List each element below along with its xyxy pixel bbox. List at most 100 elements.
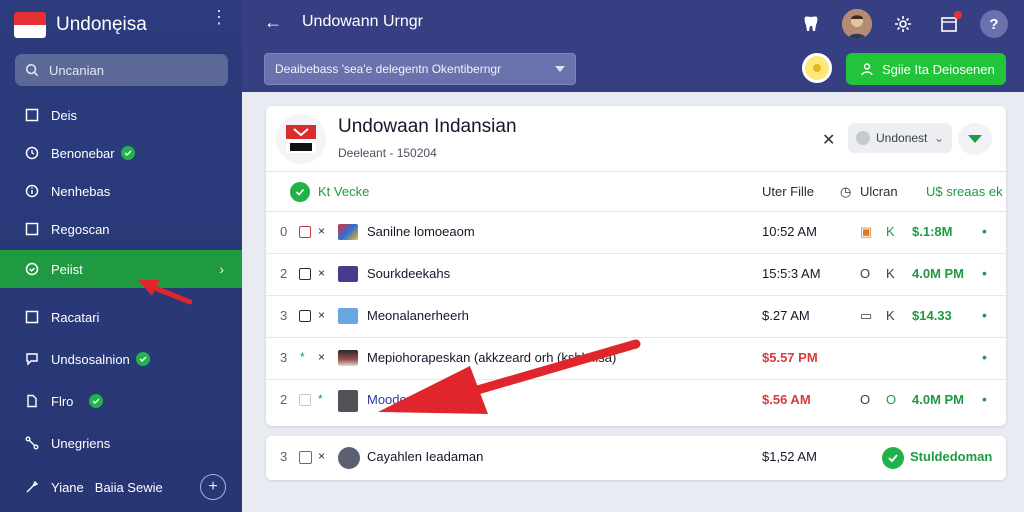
collapse-icon[interactable]: ✕	[822, 130, 835, 150]
primary-action-button[interactable]: Sgiie Ita Deiosenen	[846, 53, 1006, 85]
status-dot: •	[982, 307, 987, 323]
row-number: 3	[280, 350, 288, 365]
header-label: Kt Vecke	[318, 184, 370, 199]
sidebar-item-deis[interactable]: Deis	[0, 96, 242, 134]
row-time: $5.57 PM	[762, 350, 818, 365]
topbar-actions: ?	[796, 8, 1008, 40]
info-icon	[24, 183, 40, 199]
row-thumbnail	[338, 390, 358, 412]
column-header-status[interactable]: Ulcran	[860, 184, 898, 199]
table-row[interactable]: 3 × Meonalanerheerh $.27 AM ▭ K $14.33 •	[266, 296, 1006, 338]
close-icon[interactable]: ×	[318, 224, 325, 238]
calendar-icon[interactable]	[934, 9, 964, 39]
row-amount: 4.0M PM	[912, 392, 965, 407]
square-icon	[24, 221, 40, 237]
chevron-down-icon: ⌄	[933, 131, 944, 145]
close-icon[interactable]: ×	[318, 308, 325, 322]
row-number: 2	[280, 266, 288, 281]
star-icon[interactable]: *	[318, 392, 323, 406]
row-name: Sanilne lomoeaom	[367, 224, 475, 239]
check-circle-icon	[882, 447, 904, 469]
help-icon[interactable]: ?	[980, 10, 1008, 38]
check-badge-icon	[120, 146, 135, 160]
row-amount: $.1:8M	[912, 224, 953, 239]
add-button[interactable]: +	[200, 474, 226, 500]
table-row[interactable]: 2 * Moodomena $.56 AM O O 4.0M PM •	[266, 380, 1006, 422]
row-checkbox[interactable]	[299, 226, 311, 238]
square-icon	[24, 309, 40, 325]
lock-icon[interactable]: ▣	[860, 224, 872, 240]
back-arrow-icon[interactable]: ←	[264, 12, 282, 33]
row-checkbox[interactable]	[299, 268, 311, 280]
row-time: 10:52 AM	[762, 224, 817, 239]
table-row[interactable]: 2 × Sourkdeekahs 15:5:3 AM O K 4.0M PM •	[266, 254, 1006, 296]
sun-icon[interactable]	[802, 53, 832, 83]
row-action[interactable]: K	[886, 224, 895, 239]
brand[interactable]: Undonęisa	[14, 10, 234, 40]
row-thumbnail	[338, 266, 358, 282]
calendar-icon[interactable]: ▭	[860, 308, 872, 324]
check-circle-icon[interactable]	[290, 182, 310, 202]
sidebar-item-label: Benonebar	[51, 145, 115, 161]
close-icon[interactable]: ×	[318, 449, 325, 463]
clock-icon	[24, 145, 40, 161]
close-icon[interactable]: ×	[318, 350, 325, 364]
search-icon	[25, 63, 39, 77]
gear-icon[interactable]	[888, 9, 918, 39]
sidebar-item-label: Deis	[51, 107, 78, 123]
row-number: 0	[280, 224, 288, 239]
check-badge-icon	[135, 352, 150, 366]
table-row[interactable]: 0 × Sanilne lomoeaom 10:52 AM ▣ K $.1:8M…	[266, 212, 1006, 254]
table-row[interactable]: 3 * × Mepiohorapeskan (akkzeard orh (ksh…	[266, 338, 1006, 380]
row-name: Sourkdeekahs	[367, 266, 451, 281]
file-icon	[24, 393, 40, 409]
avatar[interactable]	[842, 9, 872, 39]
sidebar-item-label: Flro	[51, 393, 74, 409]
expand-button[interactable]	[958, 123, 992, 155]
tooth-icon[interactable]	[796, 9, 826, 39]
main-card: Undowaan Indansian Deeleant - 150204 ✕ U…	[266, 106, 1006, 426]
row-name: Cayahlen Ieadaman	[367, 449, 484, 464]
close-icon[interactable]: ×	[318, 266, 325, 280]
sidebar-item-regoscan[interactable]: Regoscan	[0, 210, 242, 248]
sidebar-item-racatari[interactable]: Racatari	[0, 298, 242, 336]
row-action[interactable]: K	[886, 308, 895, 323]
row-checkbox[interactable]	[299, 310, 311, 322]
row-action[interactable]: O	[886, 392, 896, 407]
sidebar-item-peiist[interactable]: Peiist ›	[0, 250, 242, 288]
sidebar-item-nenhebas[interactable]: Nenhebas	[0, 172, 242, 210]
notification-dot	[954, 11, 962, 19]
chevron-right-icon: ›	[219, 261, 224, 277]
caret-down-icon	[555, 66, 565, 72]
star-icon[interactable]: *	[300, 350, 305, 364]
row-action-circle[interactable]: O	[860, 266, 870, 281]
sidebar-item-unegriens[interactable]: Unegriens	[0, 424, 242, 462]
sidebar-item-label: Regoscan	[51, 221, 110, 237]
row-thumbnail	[338, 308, 358, 324]
status-dot: •	[982, 349, 987, 365]
row-action[interactable]: K	[886, 266, 895, 281]
sidebar-item-label: Undsosalnion	[51, 351, 130, 367]
row-action-circle[interactable]: O	[860, 392, 870, 407]
user-icon	[861, 63, 873, 76]
footer-row-card[interactable]: 3 × Cayahlen Ieadaman $1,52 AM Stuldedom…	[266, 436, 1006, 480]
indonesia-flag-icon	[14, 12, 46, 38]
filter-dropdown[interactable]: Deaibebass 'sea'e delegentn Okentiberngr	[264, 53, 576, 85]
column-header-file[interactable]: Uter Fille	[762, 184, 814, 199]
sidebar-item-flro[interactable]: Flro	[0, 382, 242, 420]
column-header-amount[interactable]: U$ sreaas ek	[926, 184, 1003, 199]
row-number: 3	[280, 449, 288, 464]
row-checkbox[interactable]	[299, 451, 312, 464]
sidebar-item-benonebar[interactable]: Benonebar	[0, 134, 242, 172]
sidebar-item-undsosalnion[interactable]: Undsosalnion	[0, 340, 242, 378]
sidebar-item-yiane[interactable]: Yiane Baiia Sewie +	[0, 468, 242, 506]
more-vertical-icon[interactable]: ⋮	[210, 7, 228, 28]
triangle-down-icon	[968, 135, 982, 143]
card-select[interactable]: Undonest ⌄	[848, 123, 952, 153]
row-name: Meonalanerheerh	[367, 308, 469, 323]
row-checkbox[interactable]	[299, 394, 311, 406]
avatar-icon	[856, 131, 870, 145]
filter-selected-value: Deaibebass 'sea'e delegentn Okentiberngr	[275, 62, 502, 76]
sidebar-search[interactable]: Uncanian	[15, 54, 228, 86]
avatar	[338, 447, 360, 469]
